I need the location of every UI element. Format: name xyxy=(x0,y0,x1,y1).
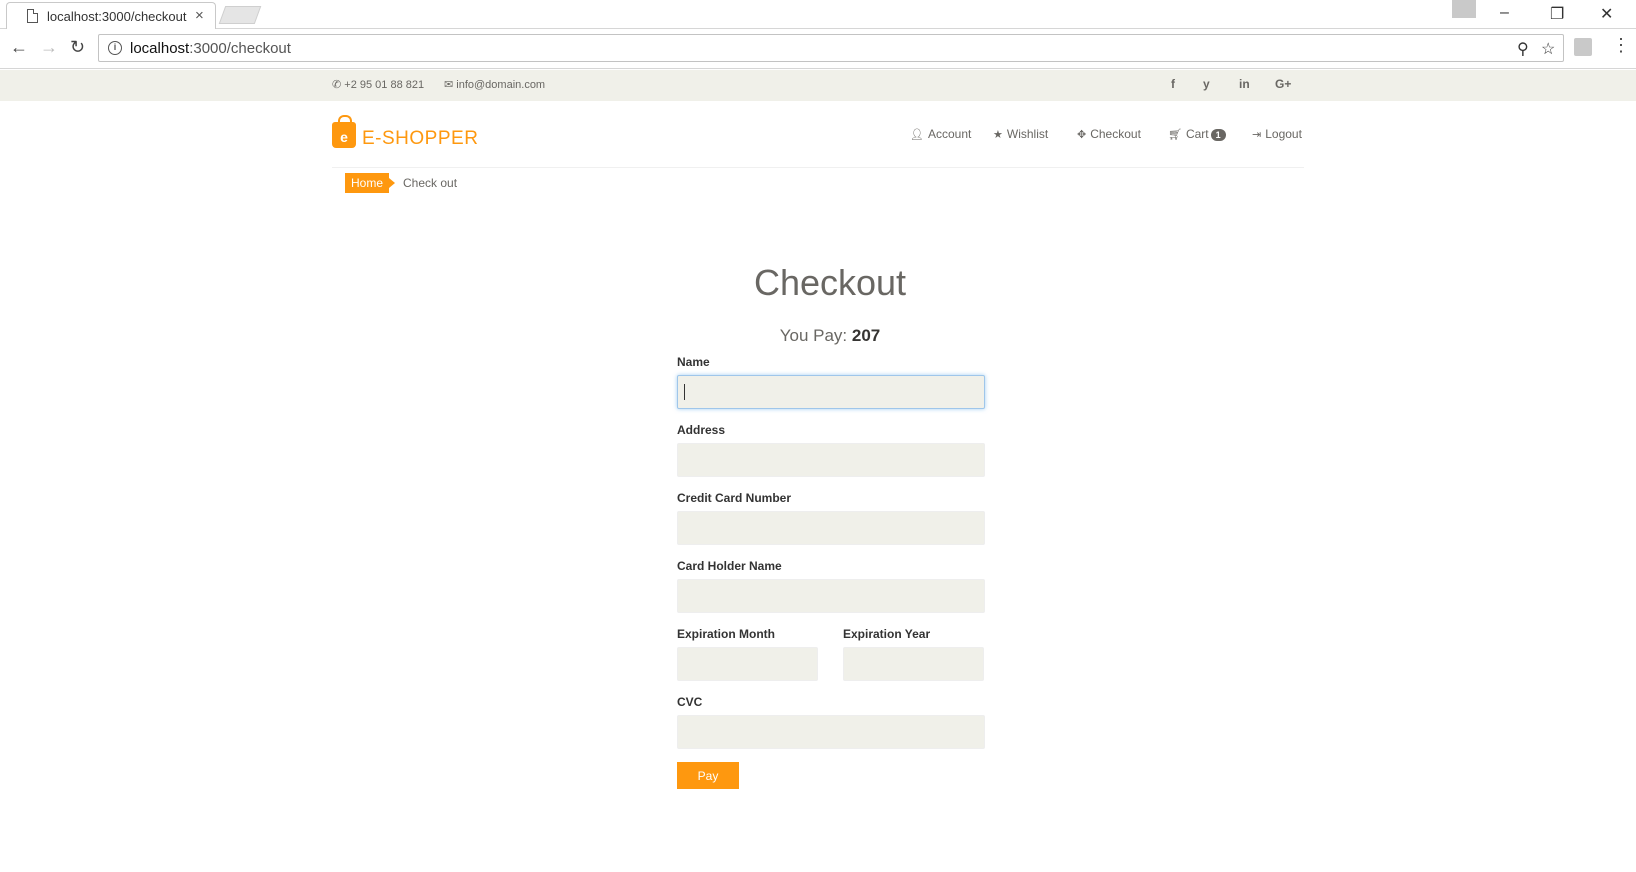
expiration-month-input[interactable] xyxy=(677,647,818,681)
forward-icon[interactable]: → xyxy=(40,37,58,58)
header-divider xyxy=(332,167,1304,168)
name-label: Name xyxy=(677,355,710,369)
expiration-month-label: Expiration Month xyxy=(677,627,775,641)
expiration-year-input[interactable] xyxy=(843,647,984,681)
shopping-bag-icon: e xyxy=(332,115,356,148)
info-icon[interactable]: i xyxy=(108,41,122,55)
address-label: Address xyxy=(677,423,726,437)
star-icon: ★ xyxy=(993,129,1003,141)
site-topbar: ✆ +2 95 01 88 821 ✉ info@domain.com f y … xyxy=(0,70,1636,101)
card-number-label: Credit Card Number xyxy=(677,491,792,505)
url-text: localhost:3000/checkout xyxy=(130,40,291,57)
bookmark-star-icon[interactable]: ☆ xyxy=(1541,39,1555,59)
expiration-year-label: Expiration Year xyxy=(843,627,931,641)
browser-tabstrip: localhost:3000/checkout × – ❐ ✕ xyxy=(0,0,1636,29)
reload-icon[interactable]: ↻ xyxy=(70,37,85,58)
close-tab-icon[interactable]: × xyxy=(195,7,204,24)
new-tab-button[interactable] xyxy=(218,6,262,24)
cart-count-badge: 1 xyxy=(1210,129,1226,141)
cart-icon: 🛒︎ xyxy=(1168,129,1182,141)
payment-total: You Pay: 207 xyxy=(779,326,881,345)
nav-cart[interactable]: 🛒︎ Cart 1 xyxy=(1168,127,1226,141)
address-input[interactable] xyxy=(677,443,985,477)
browser-toolbar: ← → ↻ i localhost:3000/checkout ⚲ ☆ ⋮ xyxy=(0,29,1636,69)
crosshairs-icon: ✥ xyxy=(1077,129,1087,141)
address-bar[interactable]: i localhost:3000/checkout ⚲ ☆ xyxy=(98,34,1564,62)
restore-icon[interactable]: ❐ xyxy=(1550,4,1564,24)
window-close-icon[interactable]: ✕ xyxy=(1600,4,1613,24)
phone-contact[interactable]: ✆ +2 95 01 88 821 xyxy=(332,78,424,91)
profile-icon[interactable] xyxy=(1452,0,1476,18)
facebook-icon[interactable]: f xyxy=(1171,77,1175,91)
nav-wishlist[interactable]: ★ Wishlist xyxy=(993,127,1048,141)
name-input[interactable] xyxy=(677,375,985,409)
card-number-input[interactable] xyxy=(677,511,985,545)
twitter-icon[interactable]: y xyxy=(1203,77,1210,91)
back-icon[interactable]: ← xyxy=(10,37,28,58)
email-contact[interactable]: ✉ info@domain.com xyxy=(444,78,545,91)
logout-icon: ⇥ xyxy=(1252,129,1262,141)
google-plus-icon[interactable]: G+ xyxy=(1275,77,1291,91)
breadcrumb-home[interactable]: Home xyxy=(345,173,396,193)
breadcrumb-current: Check out xyxy=(403,176,458,190)
tab-title: localhost:3000/checkout xyxy=(47,9,187,24)
user-icon: 👤︎ xyxy=(910,129,924,141)
nav-checkout[interactable]: ✥ Checkout xyxy=(1077,127,1141,141)
envelope-icon: ✉ xyxy=(444,79,454,91)
minimize-icon[interactable]: – xyxy=(1500,4,1509,22)
pay-button[interactable]: Pay xyxy=(677,762,739,789)
nav-logout[interactable]: ⇥ Logout xyxy=(1252,127,1302,141)
cvc-label: CVC xyxy=(677,695,703,709)
browser-tab[interactable]: localhost:3000/checkout × xyxy=(6,2,216,29)
page-title: Checkout xyxy=(753,262,907,303)
card-holder-label: Card Holder Name xyxy=(677,559,782,573)
text-cursor xyxy=(684,384,685,400)
menu-icon[interactable]: ⋮ xyxy=(1612,35,1630,56)
nav-account[interactable]: 👤︎ Account xyxy=(910,127,971,141)
payment-amount: 207 xyxy=(851,326,881,345)
page-icon xyxy=(27,9,38,23)
logo-text: E-SHOPPER xyxy=(362,128,479,149)
extension-icon[interactable] xyxy=(1574,38,1592,56)
linkedin-icon[interactable]: in xyxy=(1239,77,1250,91)
cvc-input[interactable] xyxy=(677,715,985,749)
card-holder-input[interactable] xyxy=(677,579,985,613)
zoom-icon[interactable]: ⚲ xyxy=(1517,39,1529,59)
phone-icon: ✆ xyxy=(332,79,342,91)
